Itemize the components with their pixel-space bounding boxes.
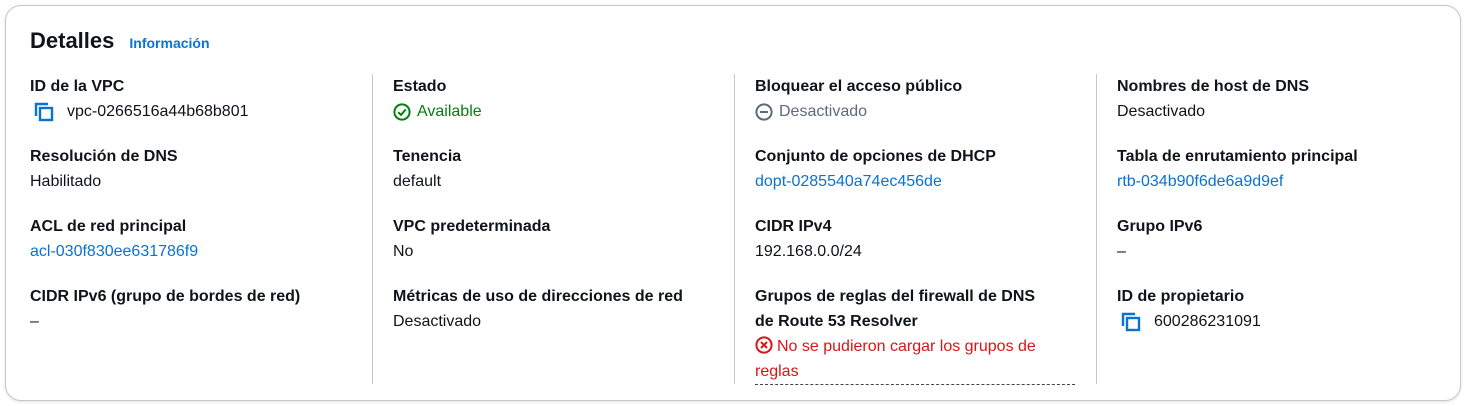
vpc-id-value: vpc-0266516a44b68b801 xyxy=(67,103,249,120)
details-column-2: Estado Available Tenencia default VPC pr… xyxy=(372,74,734,384)
field-value-row: vpc-0266516a44b68b801 xyxy=(30,99,249,124)
panel-header: Detalles Información xyxy=(30,28,210,54)
details-column-1: ID de la VPC vpc-0266516a44b68b801 Resol… xyxy=(30,74,370,384)
field-main-route-table: Tabla de enrutamiento principal rtb-034b… xyxy=(1117,144,1358,194)
default-vpc-value: No xyxy=(393,243,414,260)
field-network-address-usage-metrics: Métricas de uso de direcciones de red De… xyxy=(393,284,683,334)
field-ipv6-cidr-border-group: CIDR IPv6 (grupo de bordes de red) – xyxy=(30,284,300,334)
field-ipv6-pool: Grupo IPv6 – xyxy=(1117,214,1202,264)
field-label: ID de la VPC xyxy=(30,78,125,95)
details-column-4: Nombres de host de DNS Desactivado Tabla… xyxy=(1096,74,1456,384)
tenancy-value: default xyxy=(393,173,442,190)
info-link[interactable]: Información xyxy=(129,35,209,51)
field-main-network-acl: ACL de red principal acl-030f830ee631786… xyxy=(30,214,198,264)
field-label: Grupos de reglas del firewall de DNS xyxy=(755,288,1036,305)
usage-metrics-value: Desactivado xyxy=(393,313,482,330)
field-label: VPC predeterminada xyxy=(393,218,551,235)
details-grid: ID de la VPC vpc-0266516a44b68b801 Resol… xyxy=(6,74,1460,385)
field-label: ACL de red principal xyxy=(30,218,187,235)
field-ipv4-cidr: CIDR IPv4 192.168.0.0/24 xyxy=(755,214,862,264)
check-circle-icon xyxy=(393,102,411,121)
dhcp-option-set-link[interactable]: dopt-0285540a74ec456de xyxy=(755,169,996,194)
ipv6-pool-value: – xyxy=(1117,243,1126,260)
panel-title: Detalles xyxy=(30,28,115,53)
field-tenancy: Tenencia default xyxy=(393,144,461,194)
field-label: Nombres de host de DNS xyxy=(1117,78,1310,95)
field-label: Tabla de enrutamiento principal xyxy=(1117,148,1358,165)
owner-id-value: 600286231091 xyxy=(1154,313,1261,330)
field-label: Conjunto de opciones de DHCP xyxy=(755,148,996,165)
ipv6-cidr-value: – xyxy=(30,313,39,330)
field-block-public-access: Bloquear el acceso público Desactivado xyxy=(755,74,962,124)
owner-id-value-row: 600286231091 xyxy=(1117,309,1261,334)
route-table-link[interactable]: rtb-034b90f6de6a9d9ef xyxy=(1117,169,1358,194)
field-dns-hostnames: Nombres de host de DNS Desactivado xyxy=(1117,74,1309,124)
field-vpc-id: ID de la VPC vpc-0266516a44b68b801 xyxy=(30,74,249,124)
copy-icon[interactable] xyxy=(1120,311,1142,333)
field-label: de Route 53 Resolver xyxy=(755,313,918,330)
field-label: Bloquear el acceso público xyxy=(755,78,963,95)
block-public-access-value: Desactivado xyxy=(779,103,868,120)
field-label: Resolución de DNS xyxy=(30,148,178,165)
block-public-access-value-row: Desactivado xyxy=(755,99,962,124)
field-state: Estado Available xyxy=(393,74,482,124)
field-dns-firewall-rule-groups: Grupos de reglas del firewall de DNS de … xyxy=(755,284,1075,385)
rule-groups-error[interactable]: No se pudieron cargar los grupos de regl… xyxy=(755,334,1075,385)
ipv4-cidr-value: 192.168.0.0/24 xyxy=(755,243,862,260)
copy-icon[interactable] xyxy=(33,101,55,123)
field-dhcp-option-set: Conjunto de opciones de DHCP dopt-028554… xyxy=(755,144,996,194)
field-dns-resolution: Resolución de DNS Habilitado xyxy=(30,144,178,194)
field-owner-id: ID de propietario 600286231091 xyxy=(1117,284,1261,334)
details-panel: Detalles Información ID de la VPC vpc-02… xyxy=(5,5,1461,401)
field-label: ID de propietario xyxy=(1117,288,1245,305)
field-default-vpc: VPC predeterminada No xyxy=(393,214,550,264)
details-column-3: Bloquear el acceso público Desactivado C… xyxy=(734,74,1096,385)
state-value-row: Available xyxy=(393,99,482,124)
state-value: Available xyxy=(417,103,482,120)
minus-circle-icon xyxy=(755,102,773,121)
field-label: CIDR IPv4 xyxy=(755,218,832,235)
dns-resolution-value: Habilitado xyxy=(30,173,102,190)
field-label: Estado xyxy=(393,78,447,95)
network-acl-link[interactable]: acl-030f830ee631786f9 xyxy=(30,239,198,264)
error-message-line2: reglas xyxy=(755,363,799,380)
field-label: Métricas de uso de direcciones de red xyxy=(393,288,683,305)
x-circle-icon xyxy=(755,336,773,354)
field-label: Tenencia xyxy=(393,148,462,165)
dns-hostnames-value: Desactivado xyxy=(1117,103,1206,120)
error-message-line1: No se pudieron cargar los grupos de xyxy=(777,338,1036,355)
field-label: CIDR IPv6 (grupo de bordes de red) xyxy=(30,288,301,305)
field-label: Grupo IPv6 xyxy=(1117,218,1203,235)
